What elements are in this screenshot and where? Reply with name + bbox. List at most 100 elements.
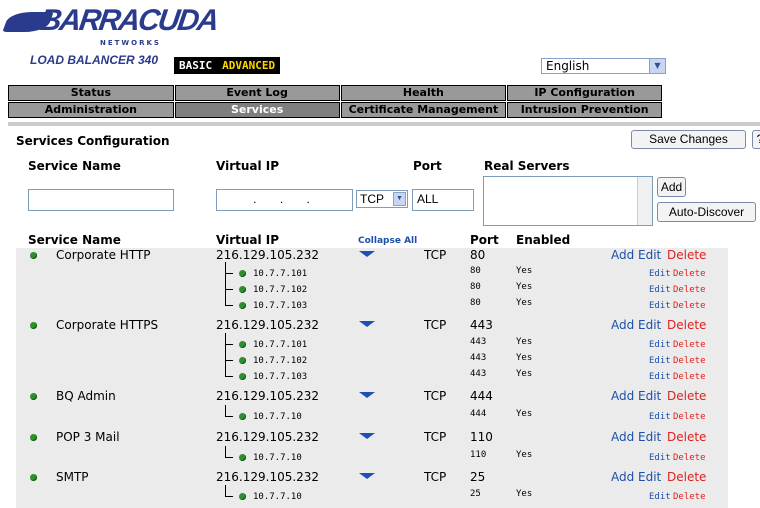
edit-service-link[interactable]: Edit <box>638 389 661 403</box>
add-server-link[interactable]: Add <box>611 470 634 484</box>
add-server-link[interactable]: Add <box>611 248 634 262</box>
delete-service-link[interactable]: Delete <box>667 430 706 444</box>
nav-health[interactable]: Health <box>340 85 507 101</box>
delete-server-link[interactable]: Delete <box>673 301 706 311</box>
edit-server-link[interactable]: Edit <box>649 340 671 350</box>
nav-services[interactable]: Services <box>174 102 340 118</box>
edit-service-link[interactable]: Edit <box>638 470 661 484</box>
status-ok-icon <box>239 357 246 364</box>
collapse-triangle-icon[interactable] <box>359 433 375 439</box>
status-ok-icon <box>30 252 37 259</box>
edit-service-link[interactable]: Edit <box>638 430 661 444</box>
real-server-enabled: Yes <box>516 353 533 363</box>
scrollbar[interactable] <box>637 177 652 225</box>
port-input[interactable]: ALL <box>412 189 474 211</box>
status-ok-icon <box>30 322 37 329</box>
delete-server-link[interactable]: Delete <box>673 269 706 279</box>
tab-basic[interactable]: BASIC <box>174 57 217 74</box>
chevron-down-icon[interactable]: ▼ <box>649 59 665 73</box>
product-name: LOAD BALANCER 340 <box>30 53 159 67</box>
delete-server-link[interactable]: Delete <box>673 372 706 382</box>
nav-ip-configuration[interactable]: IP Configuration <box>507 85 663 101</box>
delete-server-link[interactable]: Delete <box>673 340 706 350</box>
nav-status[interactable]: Status <box>8 85 174 101</box>
delete-server-link[interactable]: Delete <box>673 453 706 463</box>
real-server-enabled: Yes <box>516 337 533 347</box>
delete-service-link[interactable]: Delete <box>667 470 706 484</box>
service-protocol: TCP <box>424 318 447 332</box>
real-servers-label: Real Servers <box>484 159 570 173</box>
protocol-select[interactable]: TCP ▼ <box>356 190 408 208</box>
add-server-link[interactable]: Add <box>611 318 634 332</box>
service-vip: 216.129.105.232 <box>216 470 320 484</box>
delete-service-link[interactable]: Delete <box>667 389 706 403</box>
delete-server-link[interactable]: Delete <box>673 356 706 366</box>
edit-server-link[interactable]: Edit <box>649 492 671 502</box>
edit-server-link[interactable]: Edit <box>649 269 671 279</box>
collapse-triangle-icon[interactable] <box>359 392 375 398</box>
real-server-enabled: Yes <box>516 409 533 419</box>
nav-intrusion-prevention[interactable]: Intrusion Prevention <box>507 102 663 118</box>
service-port: 80 <box>470 248 486 262</box>
edit-server-link[interactable]: Edit <box>649 285 671 295</box>
tree-branch <box>225 305 233 307</box>
delete-service-link[interactable]: Delete <box>667 248 706 262</box>
status-ok-icon <box>239 373 246 380</box>
auto-discover-button[interactable]: Auto-Discover <box>657 202 756 222</box>
service-port: 25 <box>470 470 486 484</box>
status-ok-icon <box>239 286 246 293</box>
real-servers-list[interactable] <box>483 176 653 226</box>
edit-server-link[interactable]: Edit <box>649 372 671 382</box>
real-server-port: 444 <box>470 409 487 419</box>
port-label: Port <box>413 159 442 173</box>
real-server-port: 110 <box>470 450 487 460</box>
collapse-triangle-icon[interactable] <box>359 321 375 327</box>
add-server-button[interactable]: Add <box>657 177 686 197</box>
service-protocol: TCP <box>424 389 447 403</box>
service-vip: 216.129.105.232 <box>216 430 320 444</box>
col-port: Port <box>470 233 499 247</box>
real-server-port: 443 <box>470 337 487 347</box>
col-service-name: Service Name <box>28 233 121 247</box>
edit-server-link[interactable]: Edit <box>649 301 671 311</box>
tree-branch <box>225 496 233 498</box>
collapse-triangle-icon[interactable] <box>359 251 375 257</box>
edit-service-link[interactable]: Edit <box>638 248 661 262</box>
delete-server-link[interactable]: Delete <box>673 492 706 502</box>
service-protocol: TCP <box>424 248 447 262</box>
language-select[interactable]: English ▼ <box>541 58 666 74</box>
nav-certificate-management[interactable]: Certificate Management <box>340 102 507 118</box>
real-server-enabled: Yes <box>516 450 533 460</box>
service-vip: 216.129.105.232 <box>216 248 320 262</box>
real-server-enabled: Yes <box>516 266 533 276</box>
add-server-link[interactable]: Add <box>611 430 634 444</box>
delete-service-link[interactable]: Delete <box>667 318 706 332</box>
collapse-triangle-icon[interactable] <box>359 473 375 479</box>
real-server-port: 80 <box>470 282 481 292</box>
tree-line <box>225 349 227 365</box>
tree-line <box>225 262 227 278</box>
service-name-input[interactable] <box>28 189 174 211</box>
real-server-ip: 10.7.7.101 <box>253 269 308 279</box>
save-changes-button[interactable]: Save Changes <box>631 130 746 149</box>
tab-advanced[interactable]: ADVANCED <box>217 57 280 74</box>
edit-server-link[interactable]: Edit <box>649 356 671 366</box>
add-server-link[interactable]: Add <box>611 389 634 403</box>
edit-service-link[interactable]: Edit <box>638 318 661 332</box>
chevron-down-icon[interactable]: ▼ <box>393 192 406 206</box>
virtual-ip-input[interactable]: . . . <box>216 189 353 211</box>
delete-server-link[interactable]: Delete <box>673 412 706 422</box>
service-name-label: Service Name <box>28 159 121 173</box>
tree-branch <box>225 360 233 362</box>
help-button[interactable]: ? <box>752 130 760 149</box>
collapse-all-link[interactable]: Collapse All <box>358 236 417 246</box>
edit-server-link[interactable]: Edit <box>649 412 671 422</box>
service-name: POP 3 Mail <box>56 430 120 444</box>
virtual-ip-label: Virtual IP <box>216 159 280 173</box>
mode-tabs: BASIC ADVANCED <box>174 57 281 74</box>
edit-server-link[interactable]: Edit <box>649 453 671 463</box>
logo-wordmark: BARRACUDA <box>37 4 220 37</box>
nav-administration[interactable]: Administration <box>8 102 174 118</box>
delete-server-link[interactable]: Delete <box>673 285 706 295</box>
nav-event-log[interactable]: Event Log <box>174 85 340 101</box>
